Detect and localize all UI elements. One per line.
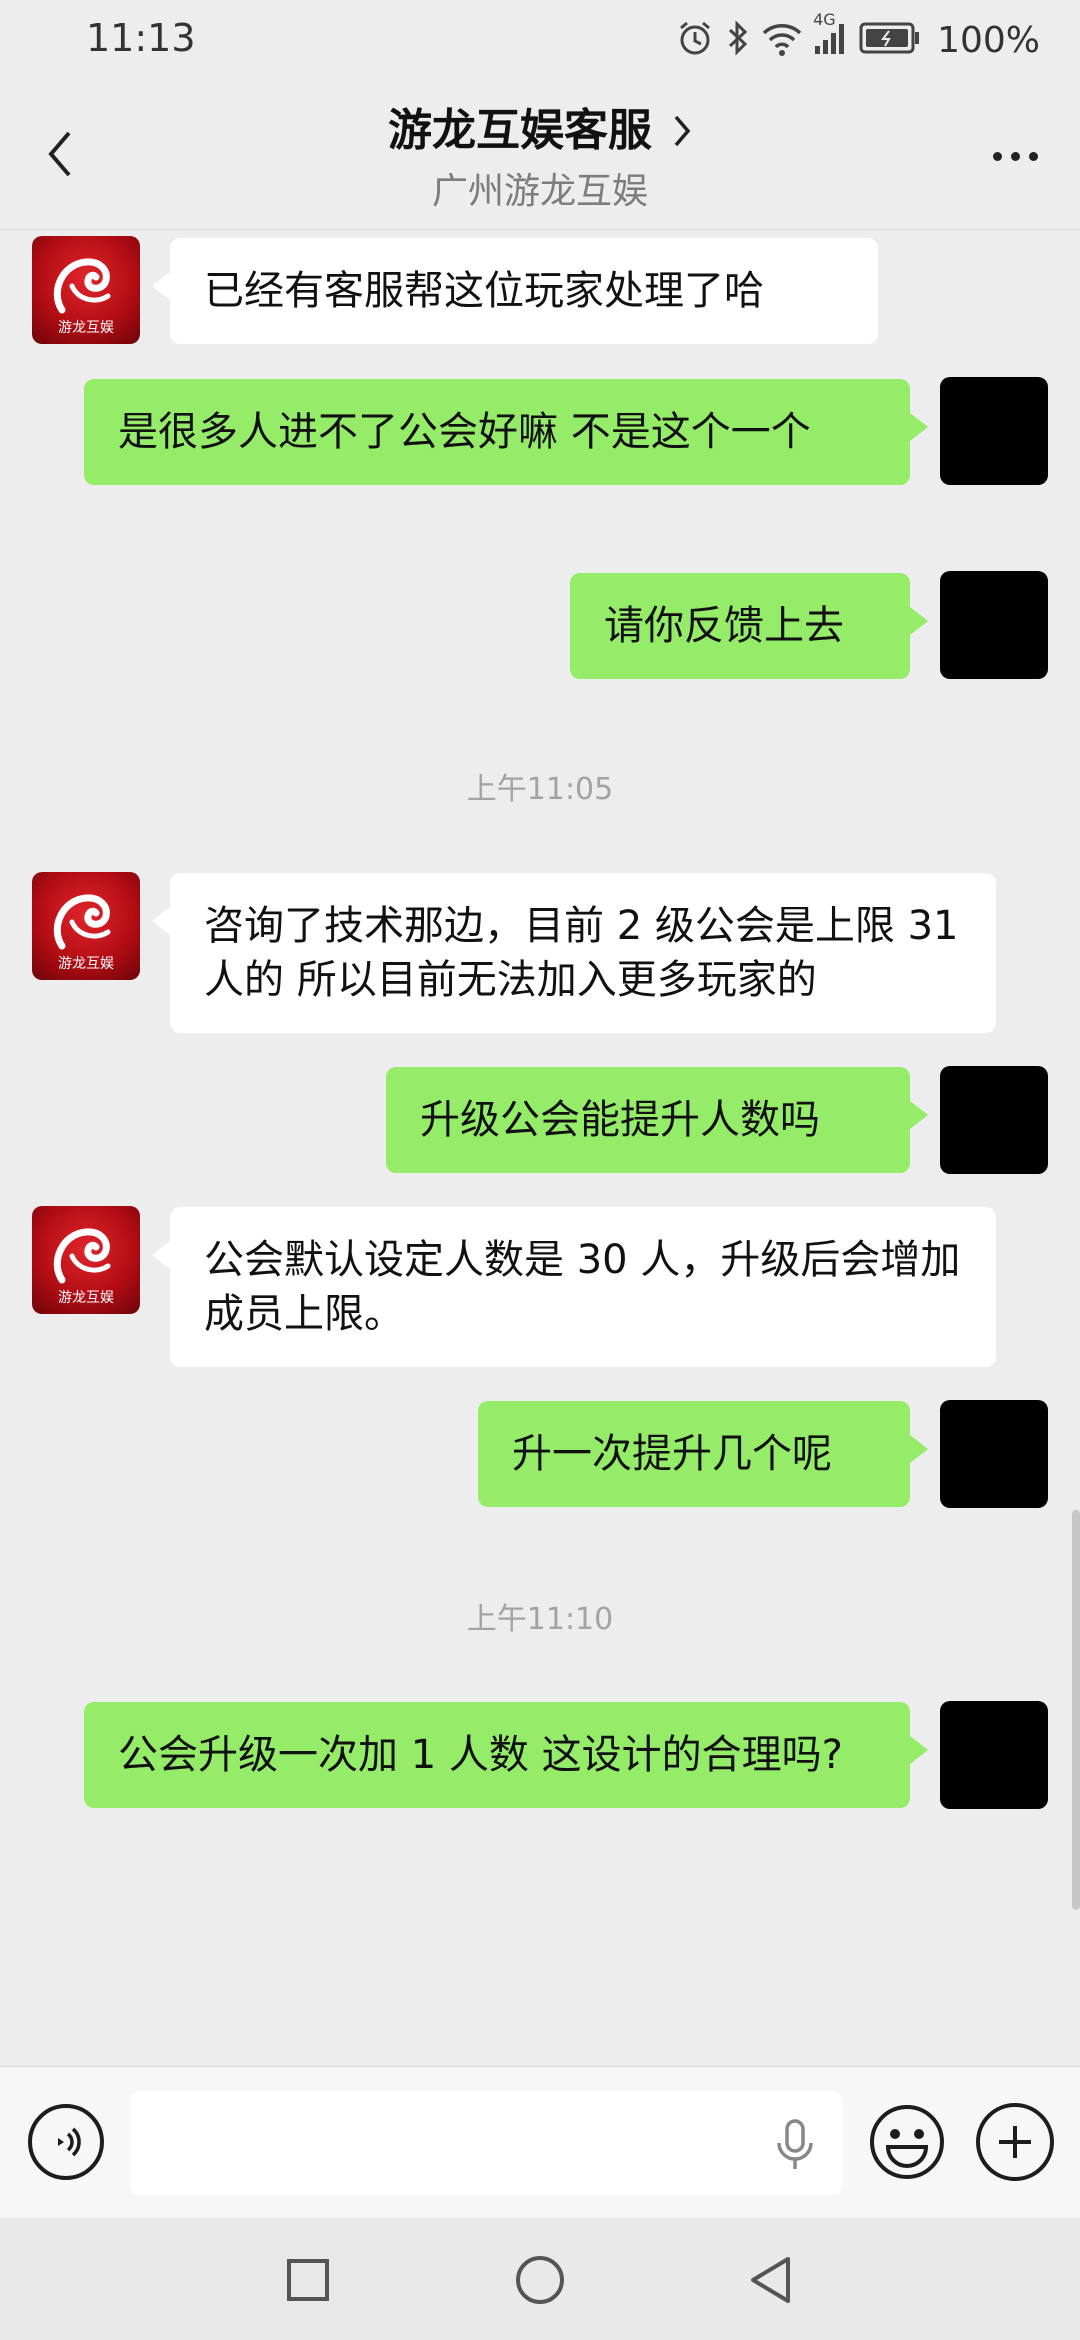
chat-title[interactable]: 游龙互娱客服 xyxy=(0,94,1080,159)
user-avatar[interactable] xyxy=(940,1701,1048,1809)
message-bubble-received[interactable]: 公会默认设定人数是 30 人，升级后会增加成员上限。 xyxy=(152,1207,996,1367)
status-icons: 4G 100% xyxy=(675,10,1040,66)
bot-avatar[interactable]: 游龙互娱 xyxy=(32,1206,140,1314)
message-bubble-sent[interactable]: 是很多人进不了公会好嘛 不是这个一个 xyxy=(84,379,928,485)
bluetooth-icon xyxy=(725,18,751,62)
alarm-icon xyxy=(675,18,715,62)
cellular-signal-icon: 4G xyxy=(813,10,849,62)
chat-screen: 11:13 4G 100% 游龙互娱客服 广州游龙互娱 游龙互娱 已经有客服帮这… xyxy=(0,0,1080,2340)
status-bar: 11:13 4G 100% xyxy=(0,0,1080,80)
input-bar xyxy=(0,2066,1080,2218)
plus-icon xyxy=(999,2126,1031,2158)
status-time: 11:13 xyxy=(86,16,196,60)
mic-icon[interactable] xyxy=(770,2117,820,2173)
more-actions-button[interactable] xyxy=(976,2103,1054,2181)
more-dots-icon xyxy=(992,151,1002,161)
back-triangle-icon xyxy=(751,2257,790,2303)
message-text: 是很多人进不了公会好嘛 不是这个一个 xyxy=(118,409,811,455)
chat-title-text: 游龙互娱客服 xyxy=(388,105,652,156)
chat-header: 游龙互娱客服 广州游龙互娱 xyxy=(0,80,1080,230)
back-nav-button[interactable] xyxy=(742,2252,798,2308)
recents-square-icon xyxy=(287,2259,329,2301)
battery-percentage: 100% xyxy=(937,19,1040,61)
network-badge: 4G xyxy=(813,10,836,29)
message-text: 已经有客服帮这位玩家处理了哈 xyxy=(204,268,764,314)
message-text: 咨询了技术那边，目前 2 级公会是上限 31 人的 所以目前无法加入更多玩家的 xyxy=(204,903,959,1003)
message-bubble-sent[interactable]: 公会升级一次加 1 人数 这设计的合理吗? xyxy=(84,1702,928,1808)
home-circle-icon xyxy=(516,2256,564,2304)
bot-avatar-label: 游龙互娱 xyxy=(58,1290,114,1306)
message-bubble-sent[interactable]: 升级公会能提升人数吗 xyxy=(386,1067,928,1173)
home-button[interactable] xyxy=(512,2252,568,2308)
dragon-logo-icon: 游龙互娱 xyxy=(53,258,114,336)
voice-icon xyxy=(58,2127,81,2157)
user-avatar[interactable] xyxy=(940,571,1048,679)
wifi-icon xyxy=(761,18,803,62)
message-bubble-sent[interactable]: 请你反馈上去 xyxy=(570,573,928,679)
scrollbar-thumb[interactable] xyxy=(1072,1510,1080,1910)
message-text: 公会升级一次加 1 人数 这设计的合理吗? xyxy=(118,1732,843,1778)
chat-subtitle: 广州游龙互娱 xyxy=(431,171,648,212)
dragon-logo-icon: 游龙互娱 xyxy=(53,894,114,972)
message-text: 升一次提升几个呢 xyxy=(512,1431,832,1477)
message-bubble-received[interactable]: 已经有客服帮这位玩家处理了哈 xyxy=(152,238,878,344)
message-bubble-received[interactable]: 咨询了技术那边，目前 2 级公会是上限 31 人的 所以目前无法加入更多玩家的 xyxy=(152,873,996,1033)
emoji-icon xyxy=(870,2105,944,2179)
message-input[interactable] xyxy=(130,2091,842,2195)
more-options-button[interactable] xyxy=(980,134,1050,178)
message-text: 请你反馈上去 xyxy=(604,603,844,649)
user-avatar[interactable] xyxy=(940,377,1048,485)
message-text: 升级公会能提升人数吗 xyxy=(420,1097,820,1143)
message-bubble-sent[interactable]: 升一次提升几个呢 xyxy=(478,1401,928,1507)
bot-avatar[interactable]: 游龙互娱 xyxy=(32,872,140,980)
user-avatar[interactable] xyxy=(940,1400,1048,1508)
battery-icon xyxy=(859,21,921,59)
bot-avatar-label: 游龙互娱 xyxy=(58,320,114,336)
bot-avatar-label: 游龙互娱 xyxy=(58,956,114,972)
user-avatar[interactable] xyxy=(940,1066,1048,1174)
chevron-right-icon xyxy=(672,108,692,159)
message-timestamp: 上午11:10 xyxy=(466,1602,614,1637)
voice-button[interactable] xyxy=(28,2104,104,2180)
bot-avatar[interactable]: 游龙互娱 xyxy=(32,236,140,344)
message-timestamp: 上午11:05 xyxy=(466,772,614,807)
emoji-button[interactable] xyxy=(868,2103,946,2181)
system-nav-bar xyxy=(0,2218,1080,2340)
recents-button[interactable] xyxy=(280,2252,336,2308)
dragon-logo-icon: 游龙互娱 xyxy=(53,1228,114,1306)
message-text: 公会默认设定人数是 30 人，升级后会增加成员上限。 xyxy=(204,1237,961,1337)
